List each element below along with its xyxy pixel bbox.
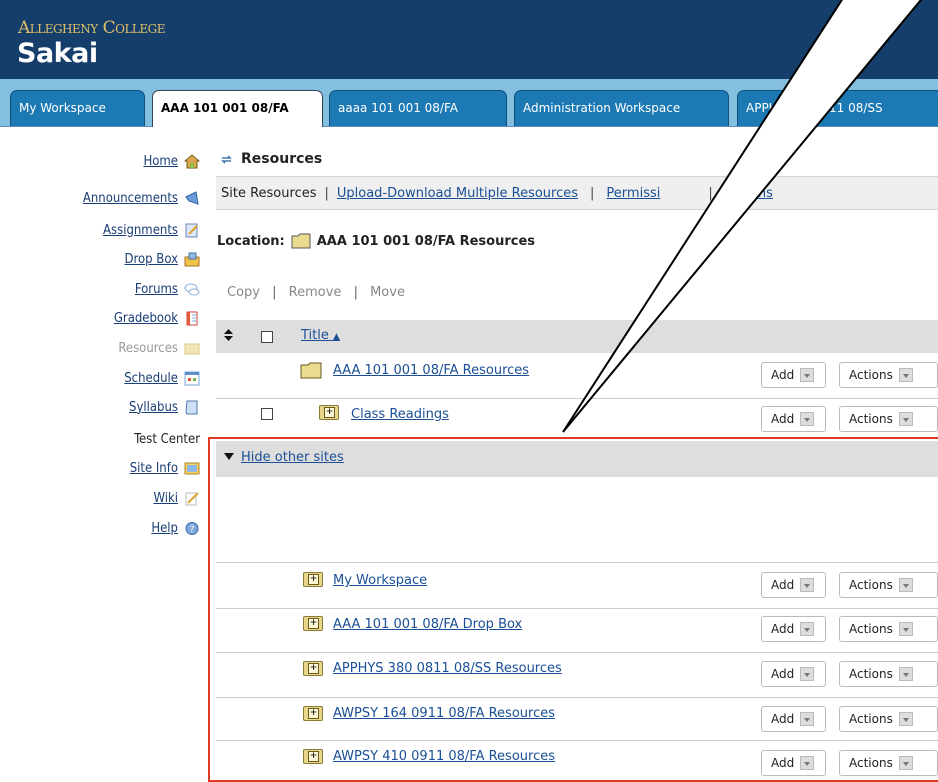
callout-pointer bbox=[562, 0, 923, 433]
